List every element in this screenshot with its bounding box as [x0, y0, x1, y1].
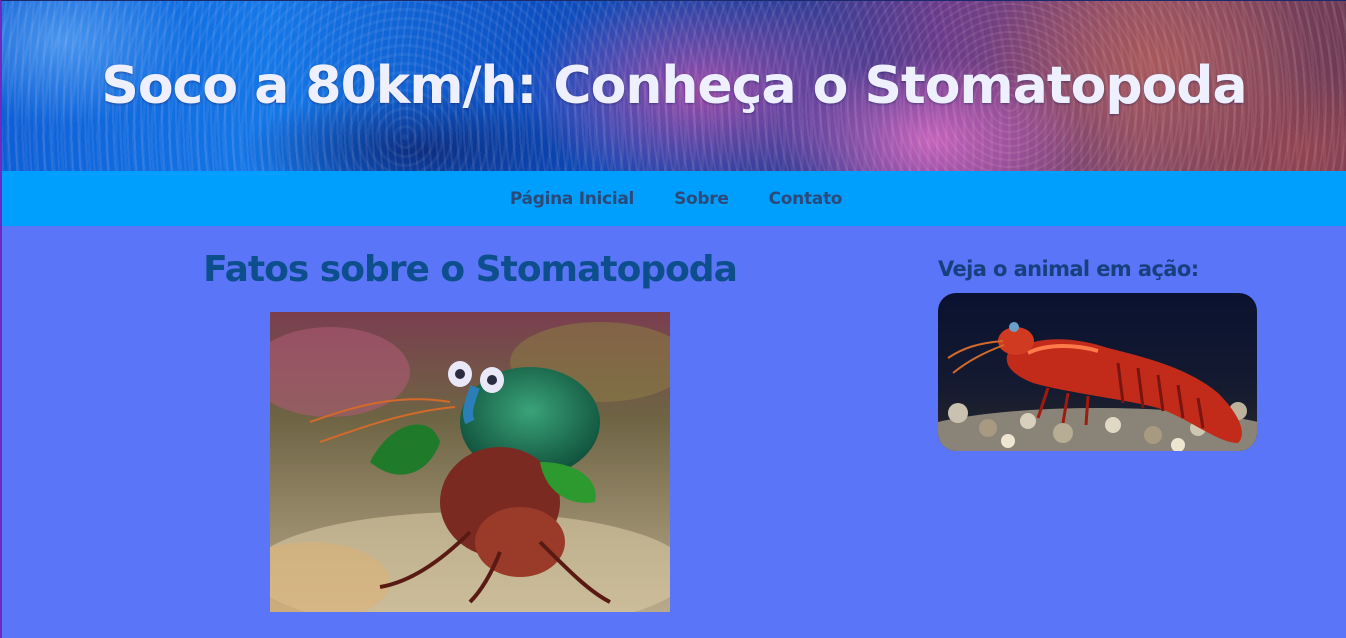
header-banner: Soco a 80km/h: Conheça o Stomatopoda [2, 1, 1346, 171]
nav-link-contact[interactable]: Contato [769, 189, 843, 209]
page: Soco a 80km/h: Conheça o Stomatopoda Pág… [0, 0, 1346, 638]
nav-link-about[interactable]: Sobre [674, 189, 729, 209]
main-nav: Página Inicial Sobre Contato [2, 171, 1346, 226]
sidebar-heading: Veja o animal em ação: [938, 257, 1199, 281]
nav-link-home[interactable]: Página Inicial [510, 189, 635, 209]
facts-heading: Fatos sobre o Stomatopoda [203, 249, 738, 290]
page-title: Soco a 80km/h: Conheça o Stomatopoda [101, 56, 1247, 116]
mantis-shrimp-photo [270, 312, 670, 612]
mantis-shrimp-video-thumbnail[interactable] [938, 293, 1257, 451]
